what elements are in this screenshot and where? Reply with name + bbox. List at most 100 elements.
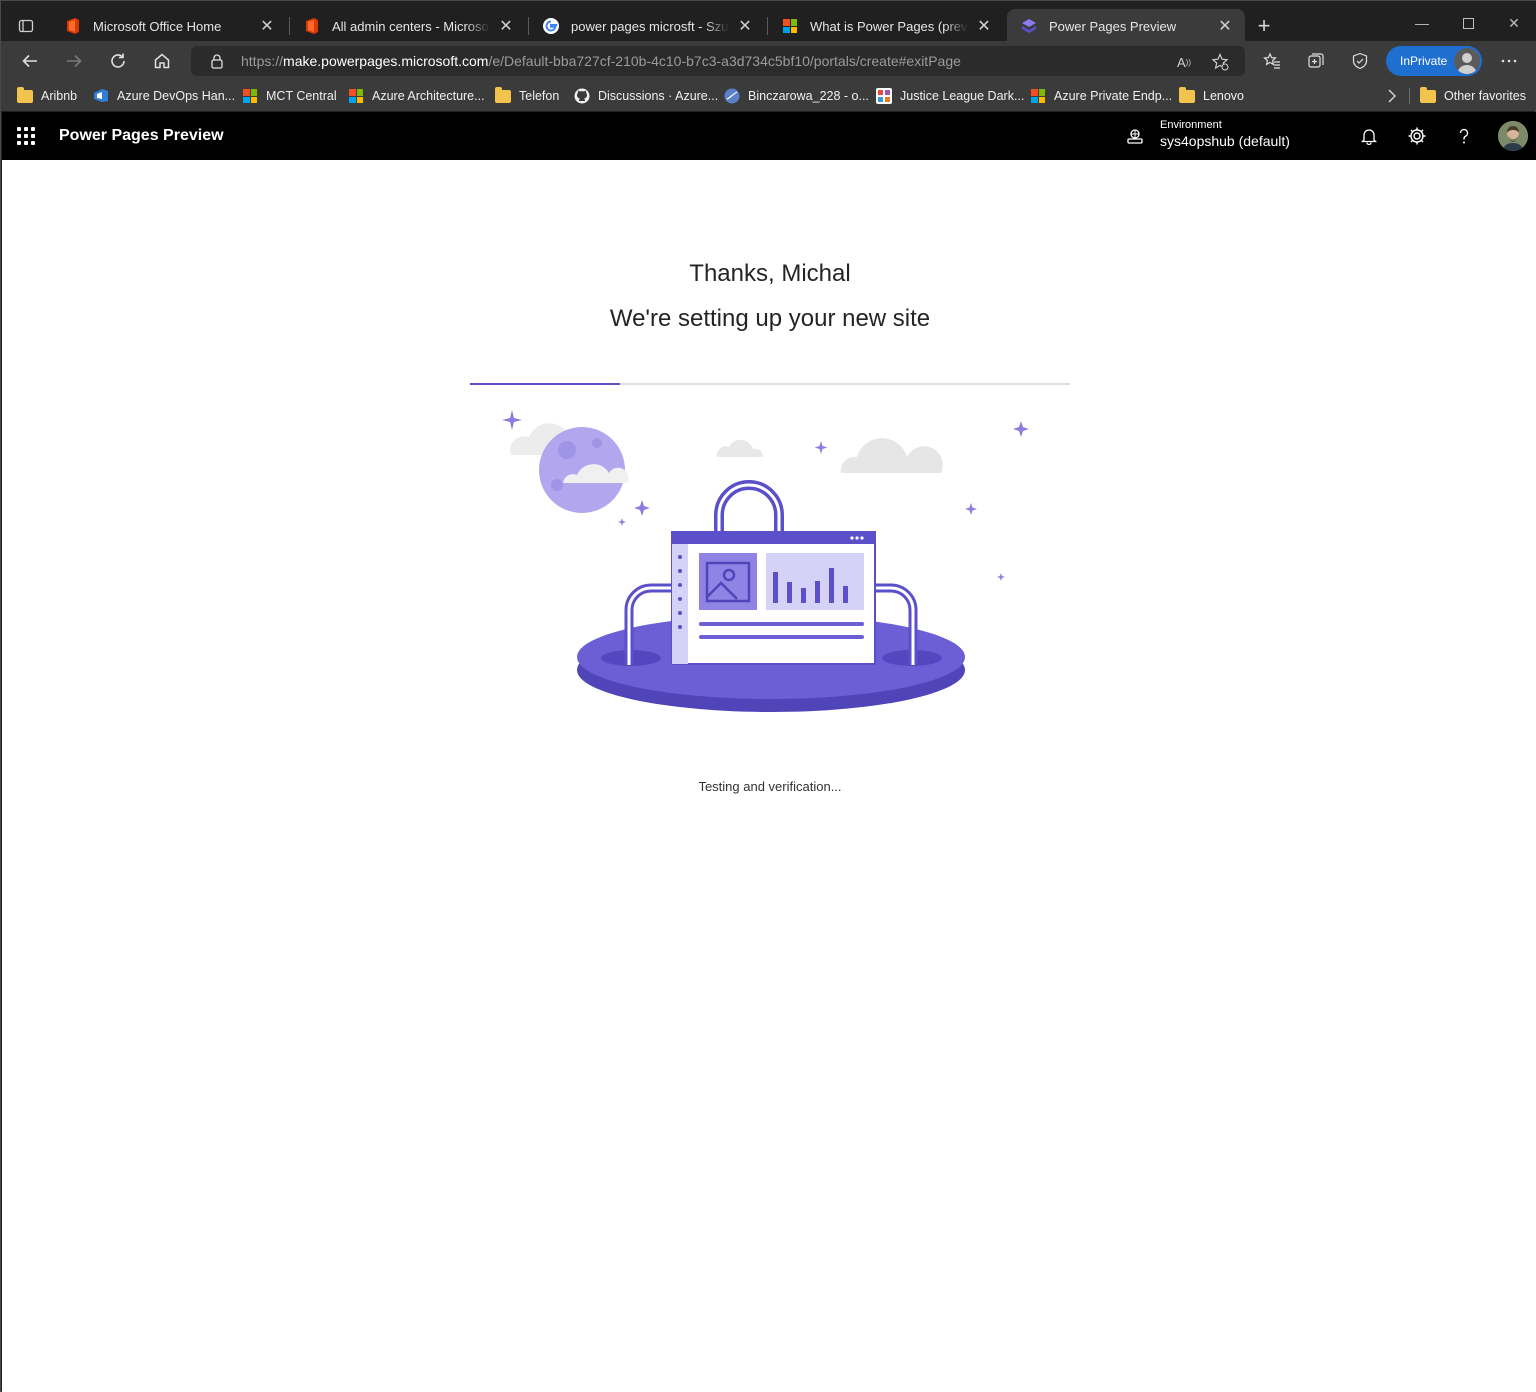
back-arrow-icon [22, 54, 37, 68]
favorites-icon[interactable] [1260, 49, 1284, 73]
microsoft-icon [242, 88, 258, 104]
close-window-button[interactable]: ✕ [1491, 9, 1536, 37]
favorite-item[interactable]: MCT Central [242, 85, 337, 107]
favorite-label: Lenovo [1203, 89, 1245, 103]
environment-label: Environment [1160, 119, 1222, 131]
chevron-right-icon[interactable] [1384, 86, 1400, 106]
tab-actions-button[interactable] [11, 11, 41, 41]
home-icon [154, 53, 170, 69]
moon-icon [539, 427, 629, 513]
microsoft-icon [782, 18, 798, 34]
folder-icon [17, 86, 33, 104]
app-header: Power Pages Preview Environment sys4opsh… [2, 112, 1536, 160]
read-aloud-icon[interactable]: A)) [1175, 53, 1193, 71]
office-icon [65, 18, 81, 34]
favorite-label: Azure Architecture... [372, 89, 485, 103]
profile-avatar [1454, 48, 1480, 74]
address-bar[interactable]: https://make.powerpages.microsoft.com/e/… [191, 46, 1245, 76]
close-icon[interactable]: ✕ [1215, 16, 1235, 36]
main-content: Thanks, Michal We're setting up your new… [2, 160, 1536, 1392]
app-launcher-icon[interactable] [17, 127, 35, 145]
favorite-label: Discussions · Azure... [598, 89, 719, 103]
favorite-label: Aribnb [41, 89, 78, 103]
close-icon[interactable]: ✕ [974, 16, 994, 36]
favorite-item[interactable]: Binczarowa_228 - o... [724, 85, 869, 107]
browser-toolbar: https://make.powerpages.microsoft.com/e/… [1, 41, 1536, 81]
browser-essentials-icon[interactable] [1348, 49, 1372, 73]
tab-title: All admin centers - Microsoft 365 [332, 18, 490, 34]
favorite-label: Azure DevOps Han... [117, 89, 236, 103]
favorite-label: Other favorites [1444, 89, 1526, 103]
globe-icon [724, 88, 740, 104]
tab-office-home[interactable]: Microsoft Office Home ✕ [51, 9, 287, 43]
azure-devops-icon [93, 88, 109, 104]
close-icon[interactable]: ✕ [735, 16, 755, 36]
home-button[interactable] [146, 46, 178, 76]
tab-title: Microsoft Office Home [93, 18, 222, 34]
forward-arrow-icon [67, 54, 82, 68]
close-icon[interactable]: ✕ [496, 16, 516, 36]
user-avatar[interactable] [1498, 121, 1528, 151]
collections-icon[interactable] [1304, 49, 1328, 73]
site-setup-illustration [502, 410, 1029, 712]
maximize-button[interactable] [1445, 9, 1491, 37]
forward-button[interactable] [58, 46, 90, 76]
inprivate-button[interactable]: InPrivate [1386, 46, 1482, 76]
favorite-item[interactable]: Telefon [495, 85, 559, 107]
settings-gear-icon[interactable] [1406, 125, 1428, 147]
favorite-item[interactable]: Lenovo [1179, 85, 1244, 107]
settings-more-icon[interactable] [1497, 49, 1521, 73]
setup-progress-bar [470, 383, 1070, 385]
thanks-heading: Thanks, Michal [689, 260, 851, 287]
app-title: Power Pages Preview [59, 127, 224, 144]
microsoft-icon [348, 88, 364, 104]
favorite-label: MCT Central [266, 89, 337, 103]
tab-ms-docs[interactable]: What is Power Pages (preview)? | Microso… [768, 9, 1004, 43]
setup-progress-fill [470, 383, 620, 385]
close-icon[interactable]: ✕ [257, 16, 277, 36]
new-tab-button[interactable]: + [1251, 13, 1277, 39]
setup-heading: We're setting up your new site [609, 305, 931, 332]
folder-icon [1420, 86, 1436, 104]
power-pages-icon [1021, 18, 1037, 34]
lock-icon [209, 53, 225, 69]
status-text: Testing and verification... [698, 779, 842, 794]
favorite-label: Azure Private Endp... [1054, 89, 1173, 103]
notifications-bell-icon[interactable] [1358, 125, 1380, 147]
tab-admin-centers[interactable]: All admin centers - Microsoft 365 ✕ [290, 9, 526, 43]
tab-actions-icon [18, 19, 34, 33]
minimize-button[interactable]: — [1399, 9, 1445, 37]
folder-icon [495, 86, 511, 104]
inprivate-label: InPrivate [1400, 54, 1448, 68]
favorite-item[interactable]: Discussions · Azure... [574, 85, 718, 107]
favorite-item[interactable]: Azure DevOps Han... [93, 85, 235, 107]
favorite-item[interactable]: Azure Architecture... [348, 85, 485, 107]
environment-selector[interactable]: sys4opshub (default) [1160, 133, 1290, 149]
favorite-item[interactable]: Azure Private Endp... [1030, 85, 1172, 107]
tab-title: Power Pages Preview [1049, 18, 1177, 34]
tab-google-search[interactable]: power pages microsft - Szukaj w Google ✕ [529, 9, 765, 43]
back-button[interactable] [14, 46, 46, 76]
environment-icon[interactable] [1126, 127, 1144, 145]
help-icon[interactable] [1453, 125, 1475, 147]
google-icon [543, 18, 559, 34]
tab-title: power pages microsft - Szukaj w Google [571, 18, 729, 34]
add-favorite-icon[interactable] [1211, 53, 1229, 71]
app-icon [876, 88, 892, 104]
favorite-item[interactable]: Aribnb [17, 85, 77, 107]
favorites-bar: Aribnb Azure DevOps Han... MCT Central A… [1, 81, 1536, 111]
refresh-icon [111, 53, 125, 68]
microsoft-icon [1030, 88, 1046, 104]
browser-window: Microsoft Office Home ✕ All admin center… [0, 0, 1536, 1392]
tab-title: What is Power Pages (preview)? | Microso… [810, 18, 968, 34]
other-favorites[interactable]: Other favorites [1420, 85, 1526, 107]
github-icon [574, 88, 590, 104]
favorite-label: Justice League Dark... [900, 89, 1025, 103]
url-text: https://make.powerpages.microsoft.com/e/… [241, 53, 961, 69]
refresh-button[interactable] [102, 46, 134, 76]
office-icon [304, 18, 320, 34]
favorite-item[interactable]: Justice League Dark... [876, 85, 1024, 107]
folder-icon [1179, 86, 1195, 104]
favorite-label: Binczarowa_228 - o... [748, 89, 869, 103]
favorite-label: Telefon [519, 89, 560, 103]
